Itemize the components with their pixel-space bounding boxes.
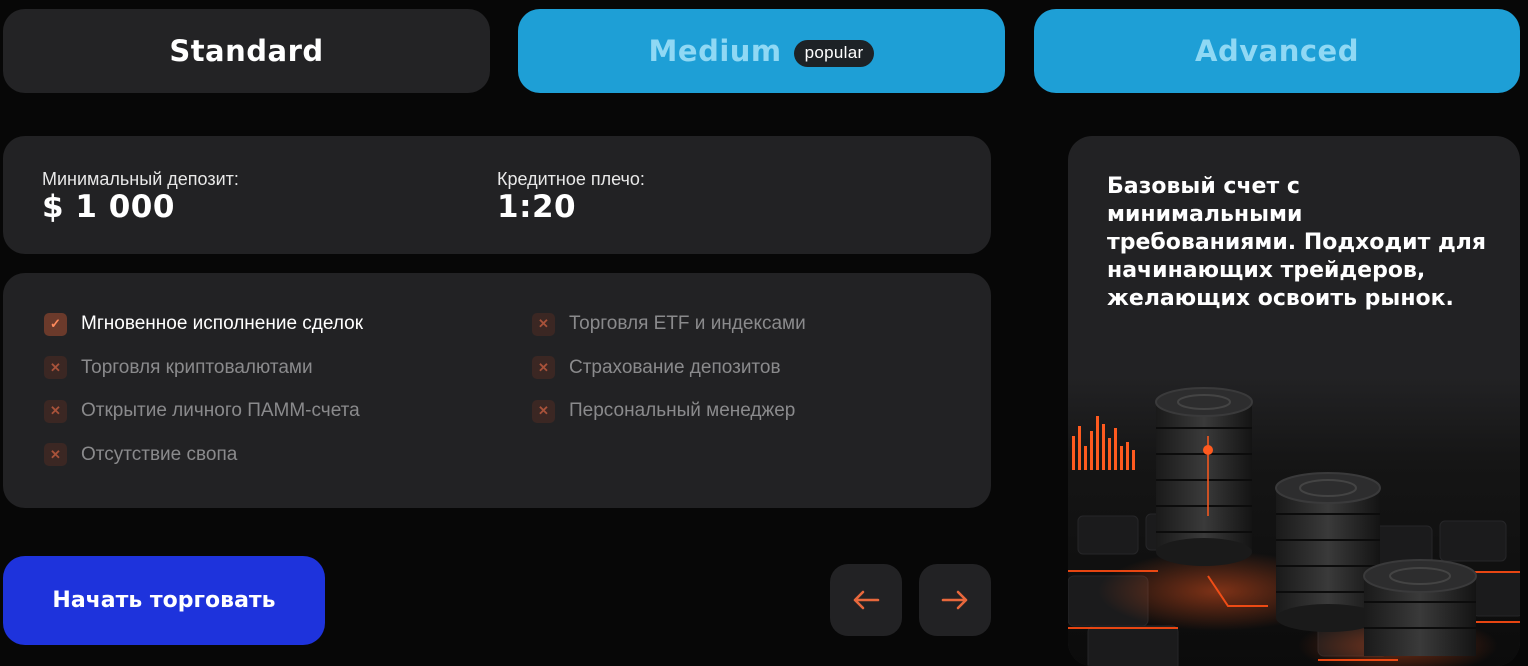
start-trading-button[interactable]: Начать торговать — [3, 556, 325, 645]
feature-item: ✕ Страхование депозитов — [532, 356, 806, 380]
cross-icon: ✕ — [44, 443, 67, 466]
cross-icon: ✕ — [44, 356, 67, 379]
popular-badge: popular — [793, 39, 875, 67]
leverage-value: 1:20 — [497, 189, 577, 225]
plan-description-card: Базовый счет с минимальными требованиями… — [1068, 136, 1520, 666]
feature-item: ✕ Персональный менеджер — [532, 399, 806, 423]
check-icon: ✓ — [44, 312, 67, 336]
feature-item: ✕ Отсутствие свопа — [44, 443, 363, 467]
feature-item: ✕ Торговля ETF и индексами — [532, 312, 806, 336]
features-column-right: ✕ Торговля ETF и индексами ✕ Страхование… — [532, 312, 806, 443]
tab-medium-label: Medium — [648, 34, 782, 68]
coins-illustration — [1068, 376, 1520, 666]
start-trading-label: Начать торговать — [52, 588, 276, 613]
previous-button[interactable] — [830, 564, 902, 636]
feature-item: ✕ Торговля криптовалютами — [44, 356, 363, 380]
cross-icon: ✕ — [532, 399, 555, 423]
feature-label: Отсутствие свопа — [81, 443, 238, 465]
tab-advanced-label: Advanced — [1195, 34, 1359, 68]
feature-item: ✓ Мгновенное исполнение сделок — [44, 312, 363, 336]
leverage-stat: Кредитное плечо: 1:20 — [497, 169, 645, 225]
feature-label: Открытие личного ПАММ-счета — [81, 400, 360, 421]
min-deposit-value: $ 1 000 — [42, 189, 175, 225]
leverage-label: Кредитное плечо: — [497, 169, 645, 189]
feature-label: Страхование депозитов — [569, 356, 781, 378]
cross-icon: ✕ — [532, 356, 555, 379]
cross-icon: ✕ — [532, 312, 555, 336]
features-panel: ✓ Мгновенное исполнение сделок ✕ Торговл… — [3, 273, 991, 508]
feature-label: Персональный менеджер — [569, 400, 796, 421]
feature-item: ✕ Открытие личного ПАММ-счета — [44, 399, 363, 423]
features-column-left: ✓ Мгновенное исполнение сделок ✕ Торговл… — [44, 312, 363, 486]
min-deposit-label: Минимальный депозит: — [42, 169, 239, 189]
next-button[interactable] — [919, 564, 991, 636]
feature-label: Торговля криптовалютами — [81, 356, 313, 378]
tab-medium[interactable]: Medium popular — [518, 9, 1005, 93]
arrow-left-icon — [853, 590, 880, 610]
account-stats-panel: Минимальный депозит: $ 1 000 Кредитное п… — [3, 136, 991, 254]
plan-description: Базовый счет с минимальными требованиями… — [1107, 174, 1487, 311]
feature-label: Торговля ETF и индексами — [569, 313, 806, 334]
tab-advanced[interactable]: Advanced — [1034, 9, 1520, 93]
min-deposit-stat: Минимальный депозит: $ 1 000 — [42, 169, 239, 225]
feature-label: Мгновенное исполнение сделок — [81, 313, 364, 334]
tab-standard-label: Standard — [169, 34, 324, 68]
arrow-right-icon — [941, 590, 968, 610]
cross-icon: ✕ — [44, 399, 67, 423]
tab-standard[interactable]: Standard — [3, 9, 490, 93]
